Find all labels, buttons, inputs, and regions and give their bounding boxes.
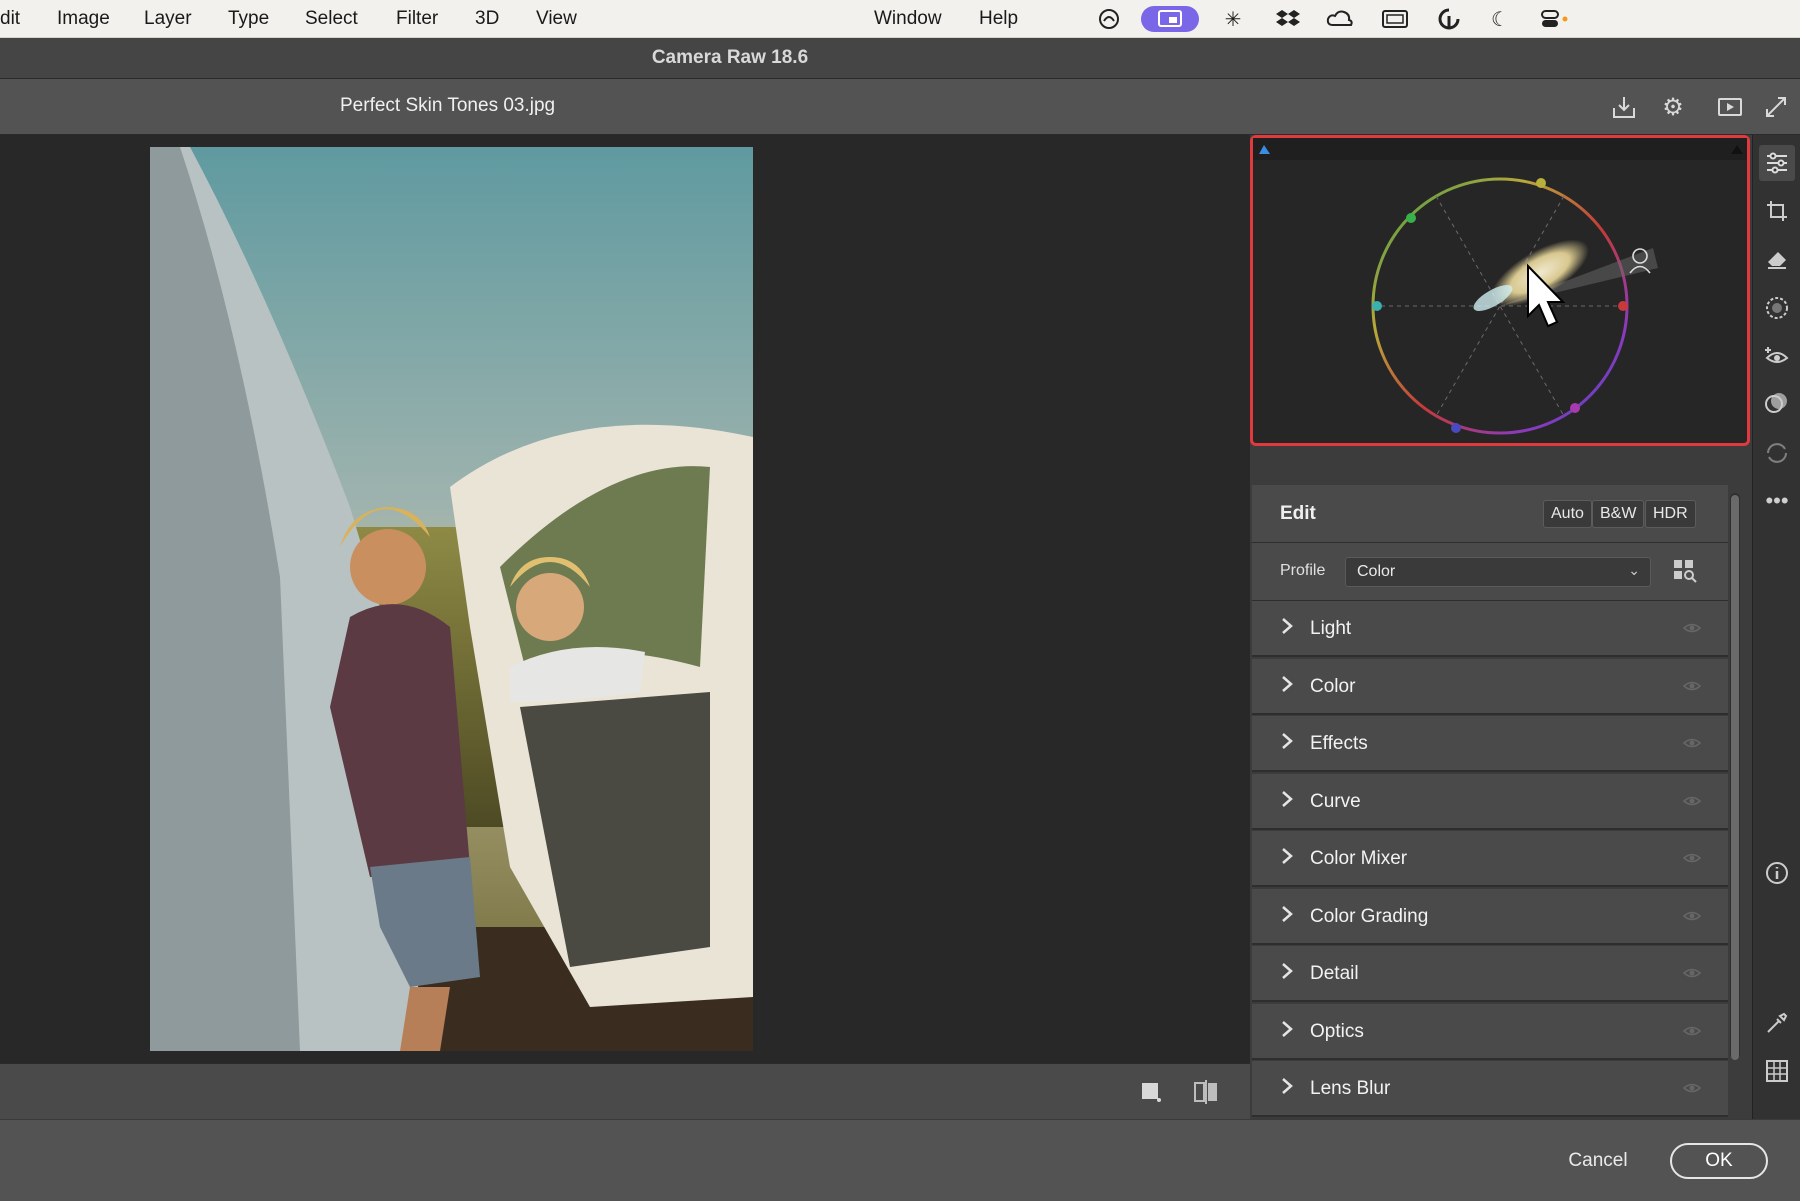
section-color-grading[interactable]: Color Grading [1252, 888, 1728, 945]
chevron-right-icon [1280, 675, 1294, 698]
chevron-right-icon [1280, 732, 1294, 755]
menu-filter[interactable]: Filter [396, 8, 438, 30]
edit-sliders-icon[interactable] [1759, 145, 1795, 181]
eye-icon[interactable] [1682, 618, 1702, 638]
info-icon[interactable] [1759, 855, 1795, 891]
refresh-circle-icon[interactable] [1434, 6, 1464, 32]
chevron-right-icon [1280, 617, 1294, 640]
menu-select[interactable]: Select [305, 8, 358, 30]
presets-icon[interactable] [1759, 385, 1795, 421]
dialog-title-bar: Camera Raw 18.6 [0, 38, 1800, 79]
menu-edit[interactable]: dit [0, 8, 20, 30]
section-light[interactable]: Light [1252, 601, 1728, 657]
chevron-right-icon [1280, 905, 1294, 928]
chevron-right-icon [1280, 962, 1294, 985]
section-color-mixer[interactable]: Color Mixer [1252, 831, 1728, 887]
eye-icon[interactable] [1682, 1078, 1702, 1098]
fullscreen-icon[interactable] [1760, 91, 1792, 123]
more-icon[interactable]: ••• [1759, 483, 1795, 519]
bw-button[interactable]: B&W [1592, 500, 1645, 528]
edit-title: Edit [1280, 503, 1316, 524]
chevron-right-icon [1280, 790, 1294, 813]
slideshow-icon[interactable] [1714, 91, 1746, 123]
cancel-button[interactable]: Cancel [1548, 1143, 1648, 1179]
eraser-icon[interactable] [1759, 241, 1795, 277]
snapshots-icon[interactable] [1759, 435, 1795, 471]
eyedropper-icon[interactable] [1759, 1005, 1795, 1041]
single-view-icon[interactable] [1140, 1081, 1162, 1103]
hdr-button[interactable]: HDR [1645, 500, 1696, 528]
moon-icon[interactable]: ☾ [1485, 6, 1515, 32]
dialog-title: Camera Raw 18.6 [651, 47, 809, 68]
dialog-footer: Cancel OK [0, 1119, 1800, 1201]
section-label: Color Grading [1310, 905, 1429, 927]
ok-button[interactable]: OK [1670, 1143, 1768, 1179]
menu-3d[interactable]: 3D [475, 8, 499, 30]
settings-gear-icon[interactable]: ⚙ [1657, 91, 1689, 123]
chevron-down-icon: ⌄ [1628, 562, 1640, 578]
section-label: Color Mixer [1310, 848, 1408, 869]
red-eye-icon[interactable] [1759, 338, 1795, 374]
creative-cloud-icon[interactable] [1094, 6, 1124, 32]
section-detail[interactable]: Detail [1252, 946, 1728, 1002]
scrollbar-thumb[interactable] [1731, 495, 1739, 1060]
color-wheel-histogram[interactable] [1250, 135, 1750, 446]
eye-icon[interactable] [1682, 1021, 1702, 1041]
section-color[interactable]: Color [1252, 658, 1728, 715]
masking-icon[interactable] [1759, 290, 1795, 326]
dropbox-icon[interactable] [1273, 6, 1303, 32]
display-icon[interactable] [1380, 6, 1410, 32]
menu-image[interactable]: Image [57, 8, 110, 30]
section-label: Optics [1310, 1020, 1364, 1042]
profile-browser-icon[interactable] [1672, 557, 1700, 585]
grid-icon[interactable] [1759, 1053, 1795, 1089]
section-label: Detail [1310, 963, 1359, 984]
profile-row: Profile Color ⌄ [1252, 543, 1728, 601]
screen-share-icon[interactable] [1141, 6, 1199, 32]
section-optics[interactable]: Optics [1252, 1003, 1728, 1060]
section-lens-blur[interactable]: Lens Blur [1252, 1061, 1728, 1117]
section-label: Effects [1310, 733, 1368, 754]
profile-label: Profile [1280, 562, 1326, 579]
section-curve[interactable]: Curve [1252, 773, 1728, 830]
tool-strip: ••• [1752, 135, 1800, 1119]
profile-dropdown[interactable]: Color ⌄ [1345, 557, 1651, 587]
canvas-toolbar [0, 1063, 1250, 1119]
file-name: Perfect Skin Tones 03.jpg [340, 95, 556, 116]
profile-value: Color [1357, 563, 1396, 580]
file-bar: Perfect Skin Tones 03.jpg ⚙ [0, 79, 1800, 135]
eye-icon[interactable] [1682, 676, 1702, 696]
menu-type[interactable]: Type [228, 8, 269, 30]
save-icon[interactable] [1608, 91, 1640, 123]
menu-layer[interactable]: Layer [144, 8, 192, 30]
section-label: Light [1310, 618, 1352, 639]
section-effects[interactable]: Effects [1252, 716, 1728, 772]
sparkle-icon[interactable]: ✳ [1218, 6, 1248, 32]
before-after-icon[interactable] [1193, 1080, 1219, 1104]
photo-preview[interactable] [150, 147, 753, 1051]
menu-window[interactable]: Window [874, 8, 942, 30]
crop-icon[interactable] [1759, 193, 1795, 229]
cloud-sync-icon[interactable] [1325, 6, 1355, 32]
menu-bar: dit Image Layer Type Select Filter 3D Vi… [0, 0, 1800, 38]
section-label: Curve [1310, 790, 1361, 812]
eye-icon[interactable] [1682, 848, 1702, 868]
eye-icon[interactable] [1682, 906, 1702, 926]
eye-icon[interactable] [1682, 963, 1702, 983]
section-label: Lens Blur [1310, 1078, 1391, 1099]
control-center-icon[interactable] [1540, 6, 1570, 32]
eye-icon[interactable] [1682, 791, 1702, 811]
menu-help[interactable]: Help [979, 8, 1018, 30]
edit-panel-header: Edit Auto B&W HDR [1252, 485, 1728, 543]
chevron-right-icon [1280, 1077, 1294, 1100]
menu-view[interactable]: View [536, 8, 577, 30]
section-label: Color [1310, 675, 1356, 697]
eye-icon[interactable] [1682, 733, 1702, 753]
chevron-right-icon [1280, 1020, 1294, 1043]
chevron-right-icon [1280, 847, 1294, 870]
auto-button[interactable]: Auto [1543, 500, 1592, 528]
